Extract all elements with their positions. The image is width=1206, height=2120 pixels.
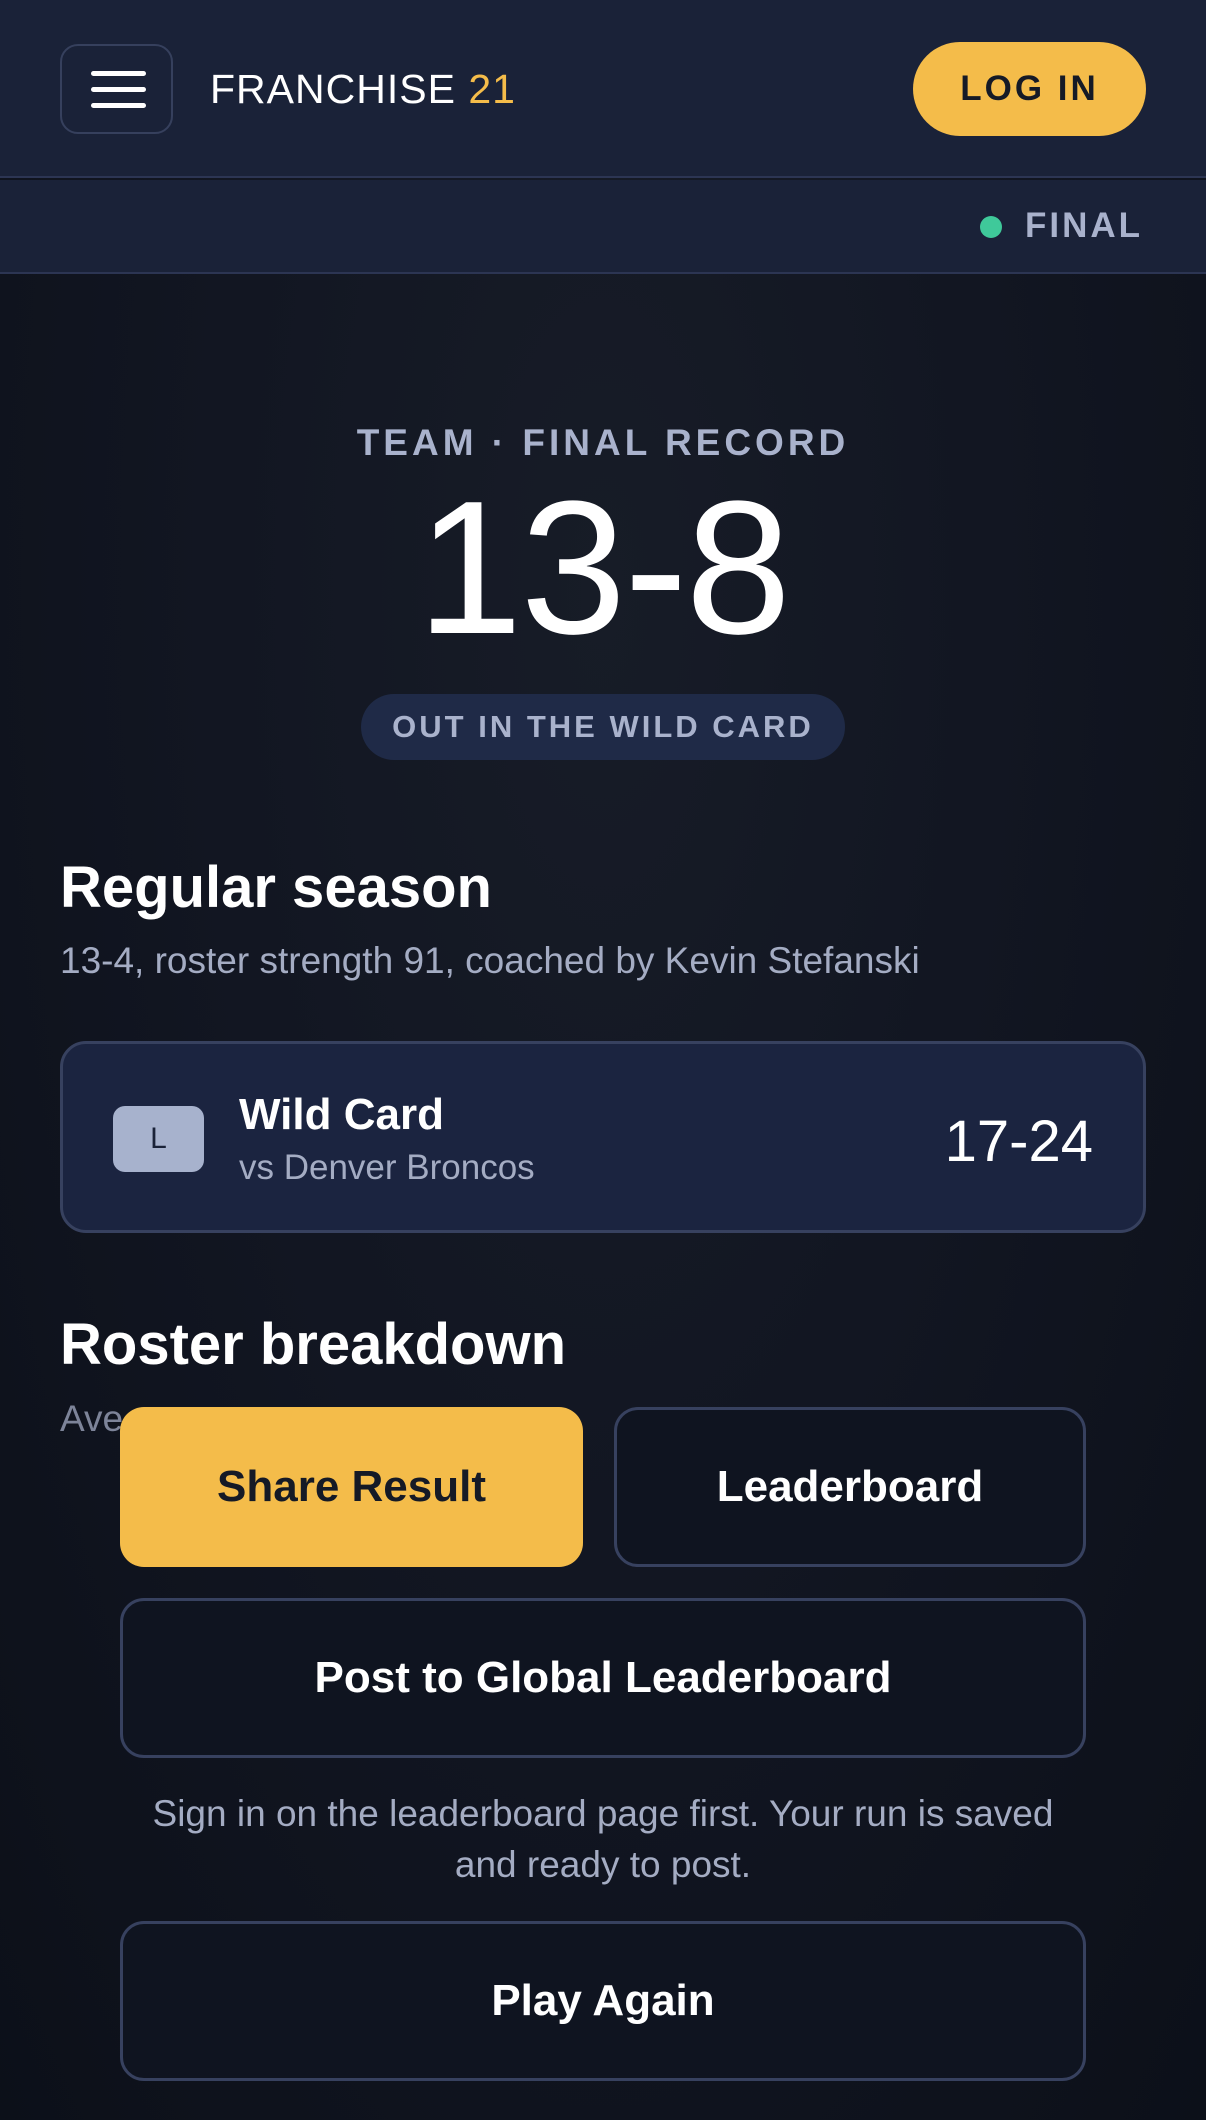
status-label: FINAL [1025,206,1144,245]
outcome-badge: OUT IN THE WILD CARD [361,694,845,760]
login-button[interactable]: LOG IN [913,42,1146,136]
game-result-badge: L [113,1106,204,1172]
brand-name: FRANCHISE [210,66,456,112]
brand-logo[interactable]: FRANCHISE 21 [210,66,516,113]
record-eyebrow: TEAM · FINAL RECORD [356,422,850,463]
brand-number: 21 [468,66,516,112]
game-status-bar: FINAL [0,180,1206,274]
post-to-global-leaderboard-button[interactable]: Post to Global Leaderboard [120,1598,1086,1758]
top-navigation-bar: FRANCHISE 21 LOG IN [0,0,1206,178]
game-score: 17-24 [944,1109,1093,1174]
leaderboard-button[interactable]: Leaderboard [614,1407,1086,1567]
regular-season-title: Regular season [60,855,492,920]
play-again-button[interactable]: Play Again [120,1921,1086,2081]
game-round-label: Wild Card [239,1090,444,1139]
game-result-screen: FRANCHISE 21 LOG IN FINAL TEAM · FINAL R… [0,0,1206,2120]
game-opponent: vs Denver Broncos [239,1148,535,1187]
playoff-game-card: L Wild Card vs Denver Broncos 17-24 [60,1041,1146,1233]
menu-button[interactable] [60,44,173,134]
roster-breakdown-subtitle: Ave [60,1398,124,1439]
roster-breakdown-title: Roster breakdown [60,1312,566,1377]
final-record: 13-8 [416,462,791,674]
regular-season-summary: 13-4, roster strength 91, coached by Kev… [60,940,920,981]
sign-in-note: Sign in on the leaderboard page first. Y… [152,1793,1054,1885]
status-indicator-dot [980,216,1002,238]
share-result-button[interactable]: Share Result [120,1407,583,1567]
